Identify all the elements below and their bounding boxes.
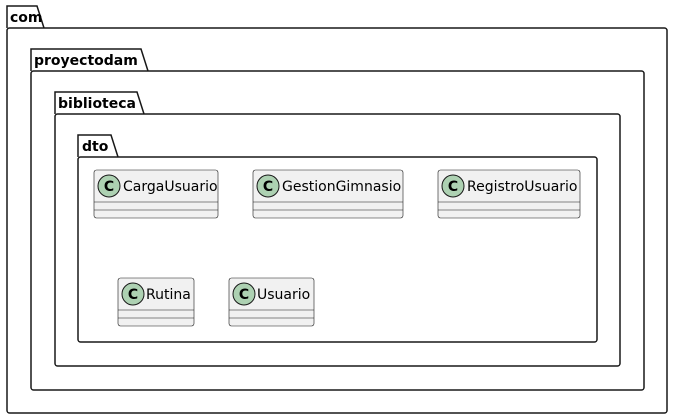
package-proyectodam-label: proyectodam: [34, 53, 138, 69]
package-biblioteca-label: biblioteca: [58, 96, 136, 112]
class-stereotype-letter: C: [128, 287, 138, 303]
class-stereotype-letter: C: [448, 179, 458, 195]
class-name: CargaUsuario: [123, 179, 218, 195]
uml-package-diagram: com proyectodam biblioteca dto C CargaUs…: [6, 5, 668, 414]
class-box[interactable]: C GestionGimnasio: [252, 169, 404, 219]
class-name: Usuario: [257, 287, 310, 303]
class-name: Rutina: [146, 287, 191, 303]
class-box[interactable]: C Usuario: [228, 277, 315, 327]
class-box[interactable]: C CargaUsuario: [93, 169, 219, 219]
class-box[interactable]: C Rutina: [117, 277, 195, 327]
package-dto-label: dto: [82, 139, 109, 155]
class-stereotype-letter: C: [104, 179, 114, 195]
class-name: RegistroUsuario: [467, 179, 578, 195]
package-com-label: com: [10, 10, 43, 26]
class-stereotype-letter: C: [263, 179, 273, 195]
class-name: GestionGimnasio: [282, 179, 401, 195]
class-box[interactable]: C RegistroUsuario: [437, 169, 581, 219]
class-stereotype-letter: C: [239, 287, 249, 303]
